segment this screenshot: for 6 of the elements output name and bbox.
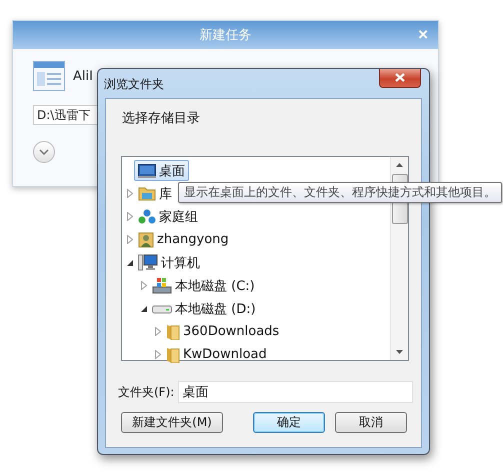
folder-label: 文件夹(F): [118, 384, 174, 400]
tooltip: 显示在桌面上的文件、文件夹、程序快捷方式和其他项目。 [178, 182, 502, 203]
window-title: 新建任务 [200, 27, 252, 44]
prompt-text: 选择存储目录 [122, 110, 200, 127]
dialog-title: 浏览文件夹 [104, 76, 164, 93]
task-name: AliI [73, 68, 93, 84]
